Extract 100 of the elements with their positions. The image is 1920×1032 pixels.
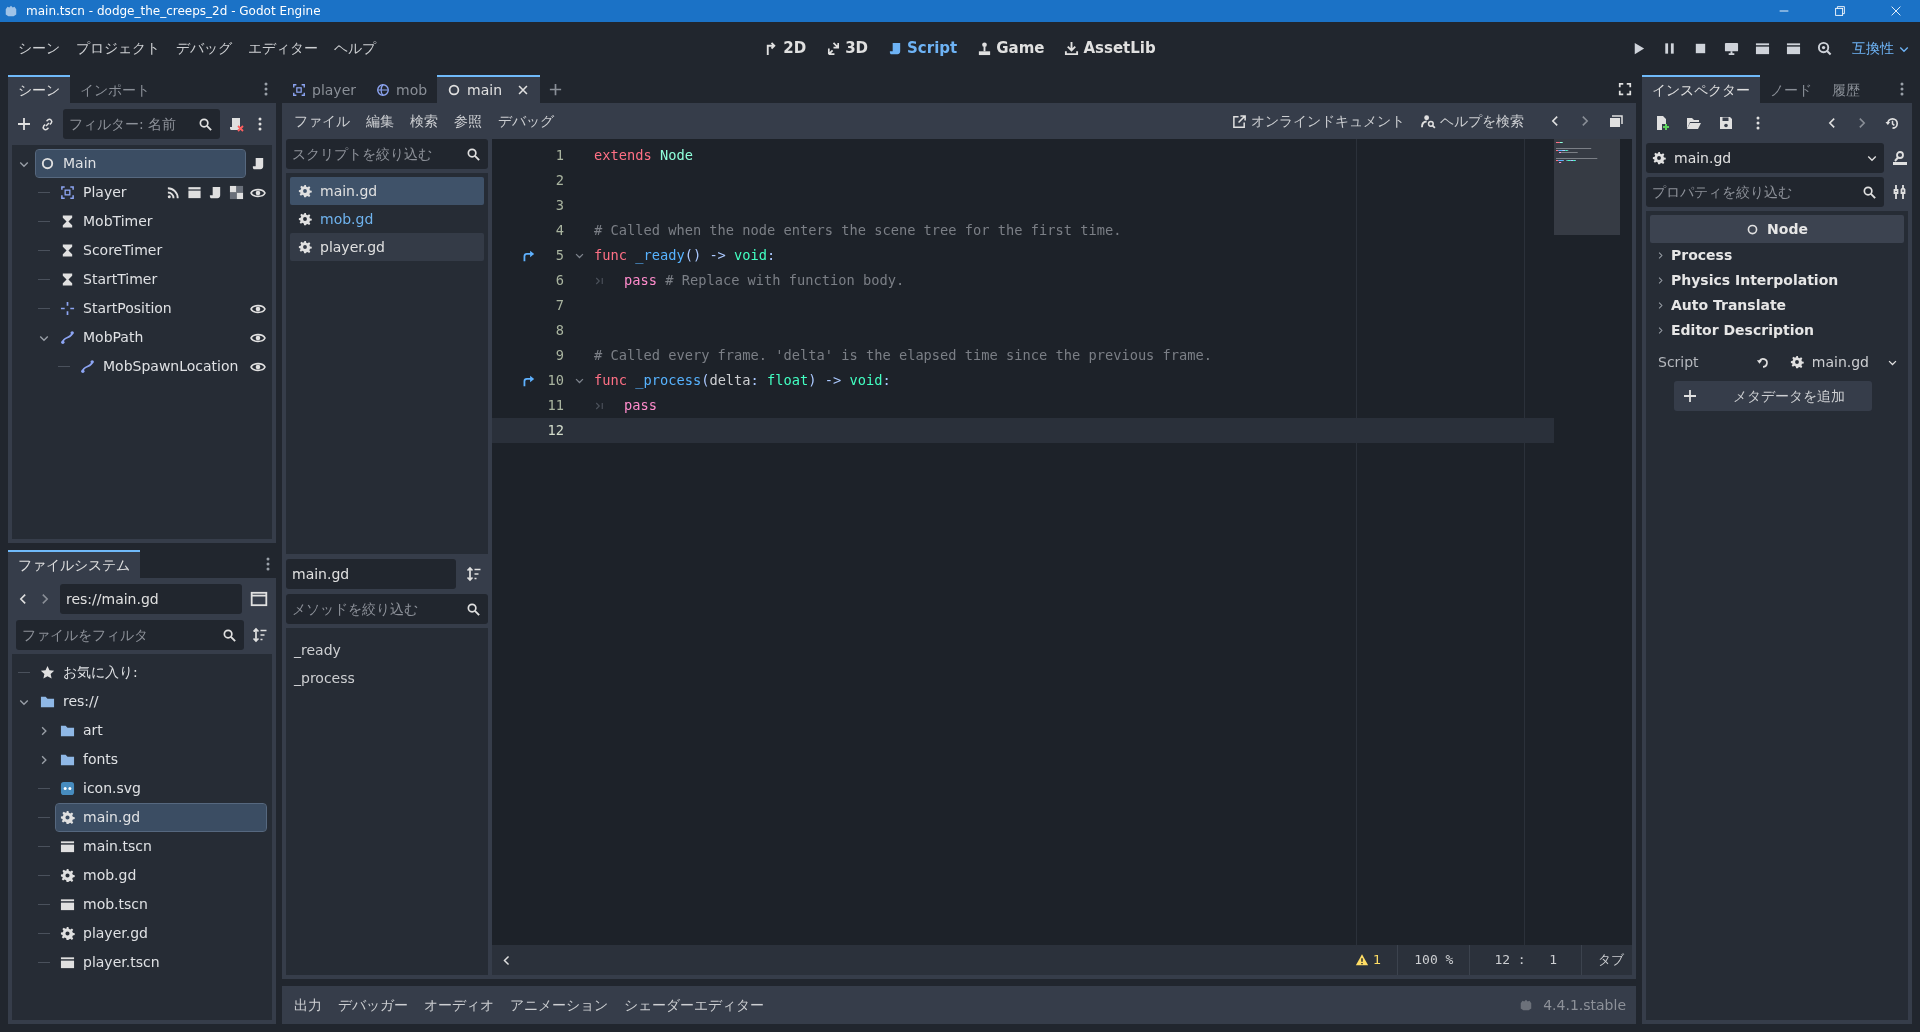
menu-item[interactable]: エディター — [240, 34, 326, 63]
file-item[interactable]: お気に入り: — [36, 659, 266, 686]
menu-item[interactable]: ヘルプ — [326, 34, 384, 63]
zoom-button[interactable]: 100 % — [1414, 950, 1454, 970]
node-name[interactable]: MobSpawnLocation — [76, 353, 244, 380]
node-name[interactable]: MobTimer — [56, 208, 266, 235]
workspace-tab[interactable]: Script — [880, 33, 966, 64]
add-icon[interactable] — [16, 116, 32, 132]
node-name[interactable]: Player — [56, 179, 160, 206]
node-name[interactable]: Main — [36, 150, 245, 177]
folder-icon[interactable] — [1686, 115, 1702, 131]
workspace-tab[interactable]: Game — [969, 33, 1053, 64]
menu-item[interactable]: 編集 — [358, 106, 402, 136]
toolbar-link[interactable]: ヘルプを検索 — [1413, 106, 1532, 136]
checker-icon[interactable] — [229, 185, 244, 200]
detach-script-icon[interactable] — [228, 116, 244, 132]
stop-icon[interactable] — [1693, 41, 1708, 56]
link-icon[interactable] — [40, 116, 55, 132]
sort-icon[interactable] — [252, 627, 268, 643]
panel-tab[interactable]: ノード — [1760, 75, 1822, 103]
history-icon[interactable] — [1885, 115, 1900, 131]
scroll-icon[interactable] — [251, 156, 266, 171]
panel-tab[interactable]: デバッガー — [330, 990, 416, 1020]
menu-item[interactable]: デバッグ — [490, 106, 562, 136]
script-filter-field[interactable]: スクリプトを絞り込む — [286, 139, 488, 169]
menu-item[interactable]: デバッグ — [168, 34, 240, 63]
layout-icon[interactable] — [250, 590, 268, 608]
panel-tab[interactable]: インポート — [70, 75, 160, 103]
clapper-icon[interactable] — [1786, 41, 1801, 56]
clapper-icon[interactable] — [1755, 41, 1770, 56]
file-item[interactable]: mob.tscn — [56, 891, 266, 918]
toolbar-link[interactable]: オンラインドキュメント — [1224, 106, 1413, 136]
method-item[interactable]: _ready — [294, 636, 480, 664]
script-value[interactable]: main.gd — [1778, 351, 1869, 373]
panel-tab[interactable]: アニメーション — [502, 990, 616, 1020]
scroll-icon[interactable] — [208, 185, 223, 200]
connection-icon[interactable] — [522, 374, 535, 387]
panel-tab[interactable]: 出力 — [286, 990, 330, 1020]
method-filter-field[interactable]: メソッドを絞り込む — [286, 594, 488, 624]
menu-item[interactable]: プロジェクト — [68, 34, 168, 63]
file-item[interactable]: player.gd — [56, 920, 266, 947]
workspace-tab[interactable]: 3D — [818, 33, 877, 64]
node-name[interactable]: ScoreTimer — [56, 237, 266, 264]
add-tab-icon[interactable] — [548, 81, 564, 97]
file-item[interactable]: fonts — [56, 746, 266, 773]
resource-dropdown[interactable]: main.gd — [1646, 143, 1884, 173]
workspace-tab[interactable]: 2D — [756, 33, 815, 64]
close-icon[interactable] — [1889, 4, 1903, 18]
editor-tab[interactable]: player — [282, 75, 366, 103]
path-field[interactable]: res://main.gd — [60, 584, 242, 614]
method-item[interactable]: _process — [294, 664, 480, 692]
signal-icon[interactable] — [166, 185, 181, 200]
file-item[interactable]: mob.gd — [56, 862, 266, 889]
filter-field[interactable]: フィルター: 名前 — [63, 109, 220, 139]
panel-tab[interactable]: オーディオ — [416, 990, 502, 1020]
editor-tab[interactable]: main — [437, 75, 541, 103]
script-item[interactable]: mob.gd — [290, 205, 484, 233]
restore-icon[interactable] — [1833, 4, 1847, 18]
panel-tab[interactable]: シーン — [8, 75, 70, 103]
workspace-tab[interactable]: AssetLib — [1056, 33, 1164, 64]
add-metadata-button[interactable]: メタデータを追加 — [1674, 381, 1872, 411]
editor-tab[interactable]: mob — [366, 75, 438, 103]
box-icon[interactable] — [187, 185, 202, 200]
tools-icon[interactable] — [1892, 184, 1908, 200]
menu-item[interactable]: シーン — [10, 34, 68, 63]
fullscreen-icon[interactable] — [1618, 82, 1632, 96]
filter-field[interactable]: ファイルをフィルタ — [16, 620, 244, 650]
file-item[interactable]: icon.svg — [56, 775, 266, 802]
property-group[interactable]: Physics Interpolation — [1650, 268, 1904, 293]
property-group[interactable]: Auto Translate — [1650, 293, 1904, 318]
menu-item[interactable]: 検索 — [402, 106, 446, 136]
property-group[interactable]: Process — [1650, 243, 1904, 268]
file-item[interactable]: main.gd — [56, 804, 266, 831]
panel-tab[interactable]: シェーダーエディター — [616, 990, 772, 1020]
file-item[interactable]: main.tscn — [56, 833, 266, 860]
doc-search-icon[interactable] — [1892, 150, 1908, 166]
script-item[interactable]: main.gd — [290, 177, 484, 205]
indent-mode-button[interactable]: タブ — [1598, 950, 1624, 970]
pause-icon[interactable] — [1662, 41, 1677, 56]
file-item[interactable]: player.tscn — [56, 949, 266, 976]
revert-icon[interactable] — [1756, 355, 1770, 369]
monitor-icon[interactable] — [1724, 41, 1739, 56]
node-name[interactable]: StartPosition — [56, 295, 244, 322]
sort-icon[interactable] — [466, 566, 482, 582]
property-group[interactable]: Editor Description — [1650, 318, 1904, 343]
node-name[interactable]: StartTimer — [56, 266, 266, 293]
menu-item[interactable]: 参照 — [446, 106, 490, 136]
renderer-dropdown[interactable]: 互換性 — [1852, 38, 1910, 59]
minimap-drawing[interactable] — [1554, 139, 1620, 235]
save-icon[interactable] — [1718, 115, 1734, 131]
panel-tab[interactable]: 履歴 — [1822, 75, 1870, 103]
warnings-button[interactable]: 1 — [1354, 950, 1382, 970]
menu-item[interactable]: ファイル — [286, 106, 358, 136]
script-item[interactable]: player.gd — [290, 233, 484, 261]
file-item[interactable]: res:// — [36, 688, 266, 715]
file-item[interactable]: art — [56, 717, 266, 744]
window-icon[interactable] — [1608, 113, 1624, 129]
new-file-icon[interactable] — [1654, 115, 1670, 131]
connection-icon[interactable] — [522, 249, 535, 262]
panel-tab[interactable]: インスペクター — [1642, 75, 1760, 103]
